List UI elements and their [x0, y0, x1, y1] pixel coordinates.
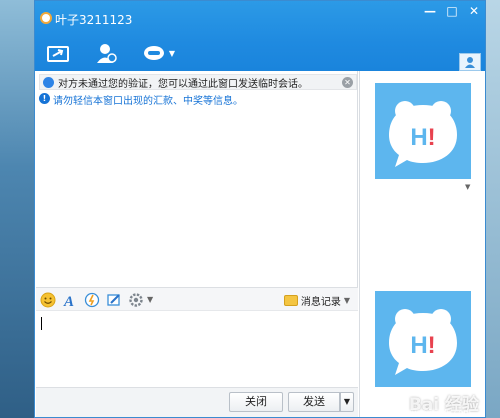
security-warning: ! 请勿轻信本窗口出现的汇款、中奖等信息。 [39, 92, 243, 107]
mascot-bubble-icon: H! [389, 101, 457, 167]
remote-assist-button[interactable]: ▼ [139, 41, 175, 65]
send-button[interactable]: 发送 [288, 392, 340, 412]
window-title: 叶子3211123 [55, 13, 133, 27]
user-icon [465, 57, 475, 68]
chevron-down-icon[interactable]: ▼ [147, 295, 153, 304]
contact-info-button[interactable] [91, 41, 121, 65]
chat-toolbar: ▼ [43, 41, 175, 67]
folder-icon [283, 295, 298, 306]
contact-panel-button[interactable] [459, 53, 481, 71]
font-icon[interactable]: A [62, 292, 78, 308]
ad-banner[interactable]: H! [375, 83, 471, 179]
input-toolbar: A ▼ 消息记录 ▼ [36, 287, 358, 311]
chevron-down-icon: ▼ [343, 296, 350, 305]
chevron-down-icon[interactable]: ▼ [465, 183, 470, 191]
ad-banner[interactable]: H! [375, 291, 471, 387]
verification-notice: 对方未通过您的验证，您可以通过此窗口发送临时会话。 ✕ [39, 74, 357, 90]
settings-icon[interactable] [128, 292, 144, 308]
history-label: 消息记录 [300, 297, 341, 308]
ad-text: H! [410, 124, 435, 151]
title-bar[interactable]: 叶子3211123 — □ ✕ ▼ [35, 1, 485, 71]
contact-info-icon [97, 44, 117, 63]
desktop-background-left [0, 0, 34, 418]
send-file-button[interactable] [43, 41, 73, 65]
message-history-pane[interactable]: 对方未通过您的验证，您可以通过此窗口发送临时会话。 ✕ ! 请勿轻信本窗口出现的… [36, 71, 358, 287]
ad-text: H! [410, 332, 435, 359]
minimize-button[interactable]: — [419, 1, 441, 21]
message-input[interactable] [36, 311, 358, 387]
close-window-button[interactable]: ✕ [463, 1, 485, 21]
send-options-button[interactable]: ▼ [340, 392, 354, 412]
sidebar-ad-pane: H! ▼ H! Bai 经验 jingyan.baidu.com [359, 71, 485, 417]
send-file-icon [47, 46, 69, 62]
watermark-url: jingyan.baidu.com [397, 408, 471, 417]
remote-assist-icon [144, 46, 164, 60]
dismiss-notice-icon[interactable]: ✕ [342, 77, 353, 88]
emoji-icon[interactable] [40, 292, 56, 308]
mascot-bubble-icon: H! [389, 309, 457, 375]
warning-text: 请勿轻信本窗口出现的汇款、中奖等信息。 [53, 96, 243, 107]
desktop-background-right [486, 0, 500, 418]
chat-window: 叶子3211123 — □ ✕ ▼ 对方未通过您的验证，您可以通过此窗口发送临时… [34, 0, 486, 418]
qq-logo-icon [40, 12, 52, 24]
maximize-button[interactable]: □ [441, 1, 463, 21]
screenshot-icon[interactable] [106, 292, 122, 308]
message-history-button[interactable]: 消息记录 ▼ [283, 293, 350, 308]
notice-text: 对方未通过您的验证，您可以通过此窗口发送临时会话。 [58, 78, 308, 90]
warning-icon: ! [39, 93, 50, 104]
close-button[interactable]: 关闭 [229, 392, 283, 412]
chevron-down-icon: ▼ [168, 49, 175, 58]
svg-text:A: A [63, 294, 74, 308]
text-cursor [41, 317, 42, 330]
shake-icon[interactable] [84, 292, 100, 308]
divider [359, 71, 360, 417]
window-controls: — □ ✕ [419, 1, 485, 23]
bottom-action-bar: 关闭 发送 ▼ [36, 387, 358, 417]
info-icon [43, 77, 54, 88]
